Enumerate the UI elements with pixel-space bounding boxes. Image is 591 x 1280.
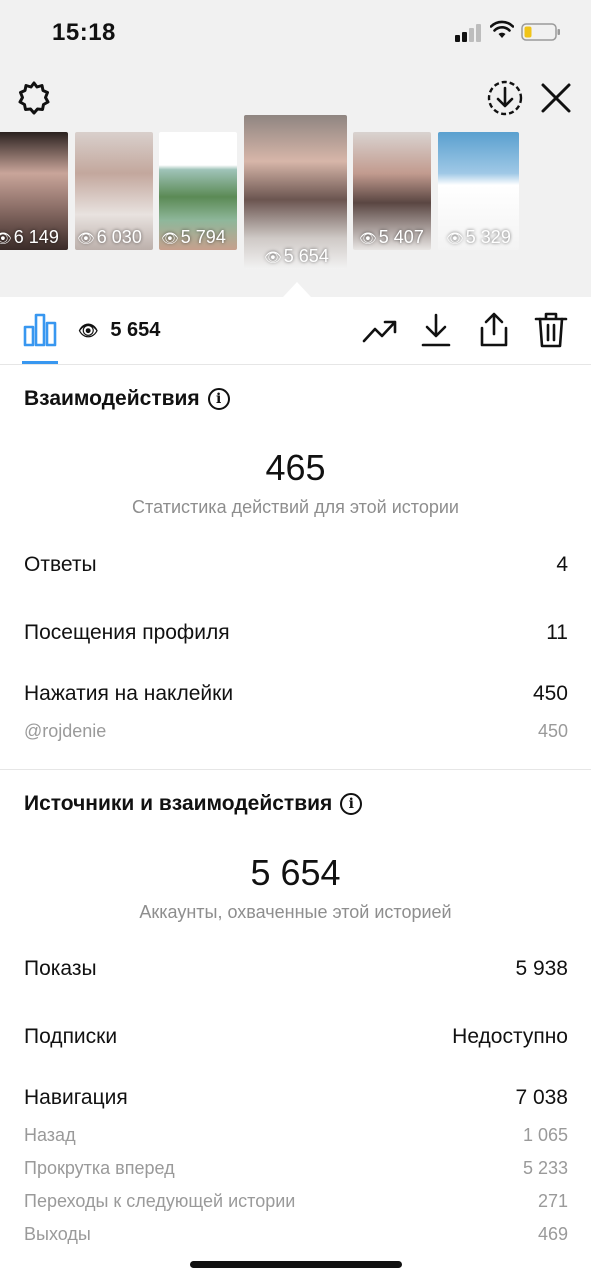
nav-label: Переходы к следующей истории: [24, 1191, 296, 1211]
row-value: 7 038: [515, 1086, 568, 1109]
nav-label: Выходы: [24, 1224, 91, 1244]
thumbnail-views-count: 5 794: [180, 227, 226, 247]
thumbnail-views: 👁 5 794: [161, 227, 226, 247]
discovery-title-text: Источники и взаимодействия: [24, 792, 333, 815]
interactions-total: 465: [265, 447, 326, 488]
info-icon[interactable]: i: [207, 388, 230, 410]
row-label: Нажатия на наклейки: [24, 682, 234, 705]
download-icon[interactable]: [420, 313, 452, 347]
thumbnail-views-count: 6 149: [13, 227, 59, 247]
discovery-total: 5 654: [250, 852, 341, 893]
thumbnail-views: 👁 6 030: [77, 227, 142, 247]
discovery-row-navigation: Навигация 7 038: [24, 1086, 568, 1110]
insights-tab-underline: [22, 361, 58, 364]
discovery-subtitle: Аккаунты, охваченные этой историей: [139, 902, 452, 922]
navigation-row-back: Назад 1 065: [24, 1125, 568, 1146]
interactions-section-title: Взаимодействия i: [24, 387, 230, 411]
row-value: 4: [556, 553, 568, 576]
discovery-row-follows: Подписки Недоступно: [24, 1025, 568, 1049]
thumbnail-views: 👁 5 654: [264, 246, 329, 266]
nav-label: Прокрутка вперед: [24, 1158, 175, 1178]
insights-bar-chart-icon[interactable]: [22, 313, 58, 347]
story-header-area: 15:18 👁 6 149 👁 6 030 👁 5 794 👁 5 654 👁 …: [0, 0, 591, 297]
eye-icon: 👁: [78, 323, 99, 340]
sticker-label: @rojdenie: [24, 721, 107, 741]
row-label: Подписки: [24, 1025, 118, 1048]
discovery-section-title: Источники и взаимодействия i: [24, 792, 363, 816]
nav-value: 469: [537, 1224, 568, 1244]
nav-value: 271: [537, 1191, 568, 1211]
status-bar: 15:18: [0, 0, 591, 64]
row-label: Показы: [24, 957, 97, 980]
interactions-row-replies: Ответы 4: [24, 553, 568, 577]
section-divider: [0, 769, 591, 770]
battery-icon: [521, 23, 560, 41]
interactions-subtitle: Статистика действий для этой истории: [132, 497, 459, 517]
trash-icon[interactable]: [534, 312, 568, 348]
row-value: 450: [532, 682, 568, 705]
row-value: 11: [546, 621, 568, 644]
thumbnail-views-count: 5 329: [465, 227, 511, 247]
story-thumbnail-selected[interactable]: 👁 5 654: [244, 115, 347, 269]
nav-value: 1 065: [522, 1125, 568, 1145]
interactions-row-profile-visits: Посещения профиля 11: [24, 621, 568, 645]
total-views: 👁 5 654: [78, 319, 160, 342]
row-label: Посещения профиля: [24, 621, 230, 644]
total-views-count: 5 654: [110, 319, 161, 341]
navigation-row-exits: Выходы 469: [24, 1224, 568, 1245]
status-time: 15:18: [52, 19, 116, 46]
navigation-row-next-story: Переходы к следующей истории 271: [24, 1191, 568, 1212]
info-icon[interactable]: i: [340, 793, 363, 815]
wifi-icon: [490, 20, 514, 38]
story-thumbnail[interactable]: 👁 5 407: [353, 132, 431, 250]
story-action-bar: 👁 5 654: [0, 297, 591, 365]
trending-up-icon[interactable]: [362, 317, 398, 345]
story-thumbnail[interactable]: 👁 5 329: [438, 132, 519, 250]
thumbnail-views-count: 5 407: [378, 227, 424, 247]
row-label: Навигация: [24, 1086, 128, 1109]
nav-value: 5 233: [522, 1158, 568, 1178]
interactions-title-text: Взаимодействия: [24, 387, 200, 410]
sticker-row-rojdenie: @rojdenie 450: [24, 721, 568, 742]
navigation-row-forward: Прокрутка вперед 5 233: [24, 1158, 568, 1179]
settings-gear-icon[interactable]: [16, 80, 52, 116]
thumbnail-views-count: 5 654: [283, 246, 329, 266]
row-value: 5 938: [515, 957, 568, 980]
thumbnail-views-count: 6 030: [96, 227, 142, 247]
share-icon[interactable]: [477, 312, 511, 348]
thumbnail-views: 👁 5 407: [359, 227, 424, 247]
thumbnail-views: 👁 5 329: [446, 227, 511, 247]
close-icon[interactable]: [540, 82, 572, 114]
discovery-row-impressions: Показы 5 938: [24, 957, 568, 981]
story-thumbnails-strip: 👁 6 149 👁 6 030 👁 5 794 👁 5 654 👁 5 407 👁 5 32…: [0, 112, 591, 282]
row-value: Недоступно: [452, 1025, 568, 1048]
story-thumbnail[interactable]: 👁 5 794: [159, 132, 237, 250]
thumbnail-views: 👁 6 149: [0, 227, 59, 247]
interactions-row-sticker-taps: Нажатия на наклейки 450: [24, 682, 568, 706]
selected-story-pointer: [283, 282, 311, 297]
cellular-signal-icon: [455, 24, 483, 42]
home-indicator[interactable]: [190, 1261, 402, 1268]
nav-label: Назад: [24, 1125, 76, 1145]
row-label: Ответы: [24, 553, 97, 576]
sticker-value: 450: [537, 721, 568, 741]
story-thumbnail[interactable]: 👁 6 149: [0, 132, 68, 250]
story-thumbnail[interactable]: 👁 6 030: [75, 132, 153, 250]
